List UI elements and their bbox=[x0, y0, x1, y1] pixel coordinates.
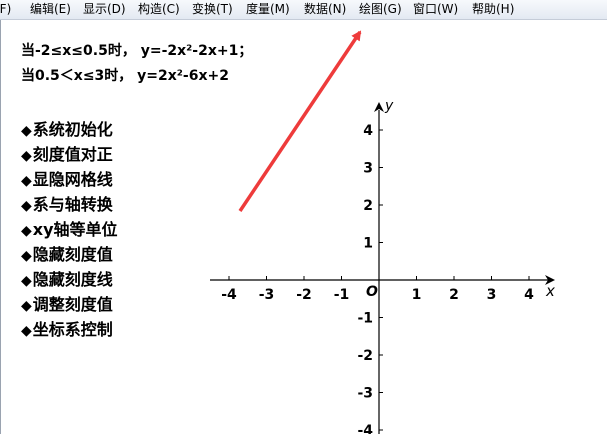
y-tick-label: -3 bbox=[357, 386, 373, 402]
y-tick-label: -4 bbox=[357, 423, 373, 434]
y-tick-label: 2 bbox=[363, 198, 373, 214]
annotation-arrow bbox=[238, 30, 362, 212]
x-tick-label: -2 bbox=[296, 287, 312, 303]
y-tick-label: 3 bbox=[363, 161, 373, 177]
coordinate-system[interactable]: -4 -3 -2 -1 1 2 3 4 4 3 2 1 -1 -2 -3 -4 O x y bbox=[0, 0, 607, 434]
y-tick-label: -2 bbox=[357, 348, 373, 364]
x-tick-label: 3 bbox=[487, 287, 497, 303]
x-tick-label: -1 bbox=[334, 287, 350, 303]
x-tick-label: 4 bbox=[524, 287, 534, 303]
y-tick-label: -1 bbox=[357, 311, 373, 327]
origin-label: O bbox=[366, 284, 378, 300]
x-tick-label: 1 bbox=[412, 287, 422, 303]
y-tick-label: 4 bbox=[363, 123, 373, 139]
x-tick-label: 2 bbox=[449, 287, 459, 303]
x-axis-label: x bbox=[545, 282, 555, 300]
y-tick-label: 1 bbox=[363, 236, 373, 252]
x-tick-label: -4 bbox=[221, 287, 237, 303]
x-tick-label: -3 bbox=[259, 287, 275, 303]
y-axis-label: y bbox=[384, 98, 394, 114]
